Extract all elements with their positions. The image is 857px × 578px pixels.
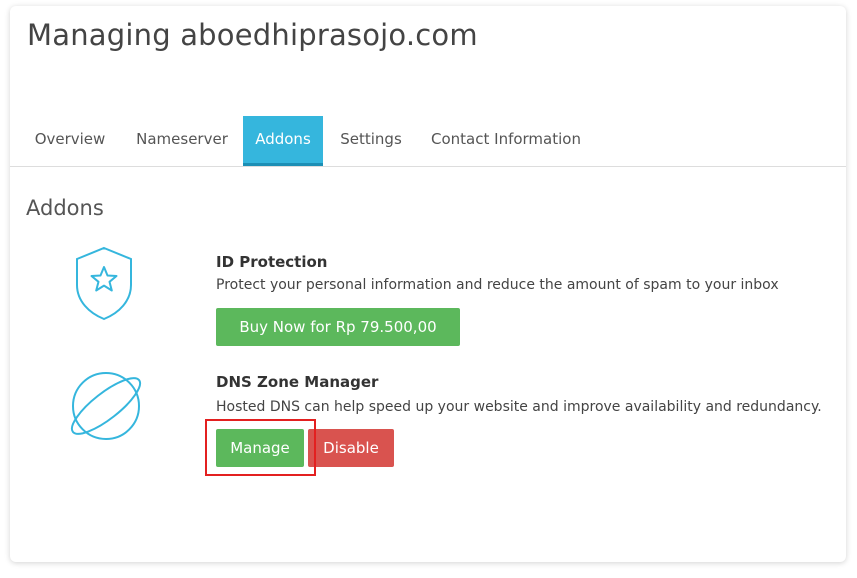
disable-button[interactable]: Disable: [308, 429, 394, 467]
addon-description-id-protection: Protect your personal information and re…: [216, 277, 779, 293]
domain-management-card: Managing aboedhiprasojo.com Overview Nam…: [10, 6, 846, 562]
shield-star-icon: [72, 245, 136, 323]
tab-bar: Overview Nameserver Addons Settings Cont…: [10, 116, 846, 167]
tab-overview[interactable]: Overview: [26, 116, 114, 166]
addon-description-dns-zone-manager: Hosted DNS can help speed up your websit…: [216, 399, 822, 415]
tab-contact-information[interactable]: Contact Information: [422, 116, 590, 166]
addon-name-id-protection: ID Protection: [216, 253, 328, 271]
addon-name-dns-zone-manager: DNS Zone Manager: [216, 373, 379, 391]
buy-id-protection-button[interactable]: Buy Now for Rp 79.500,00: [216, 308, 460, 346]
section-title: Addons: [26, 196, 104, 220]
manage-button[interactable]: Manage: [216, 429, 304, 467]
page-title: Managing aboedhiprasojo.com: [27, 18, 478, 52]
tab-nameserver[interactable]: Nameserver: [130, 116, 234, 166]
planet-icon: [62, 366, 150, 446]
tab-addons[interactable]: Addons: [243, 116, 323, 166]
tab-settings[interactable]: Settings: [333, 116, 409, 166]
